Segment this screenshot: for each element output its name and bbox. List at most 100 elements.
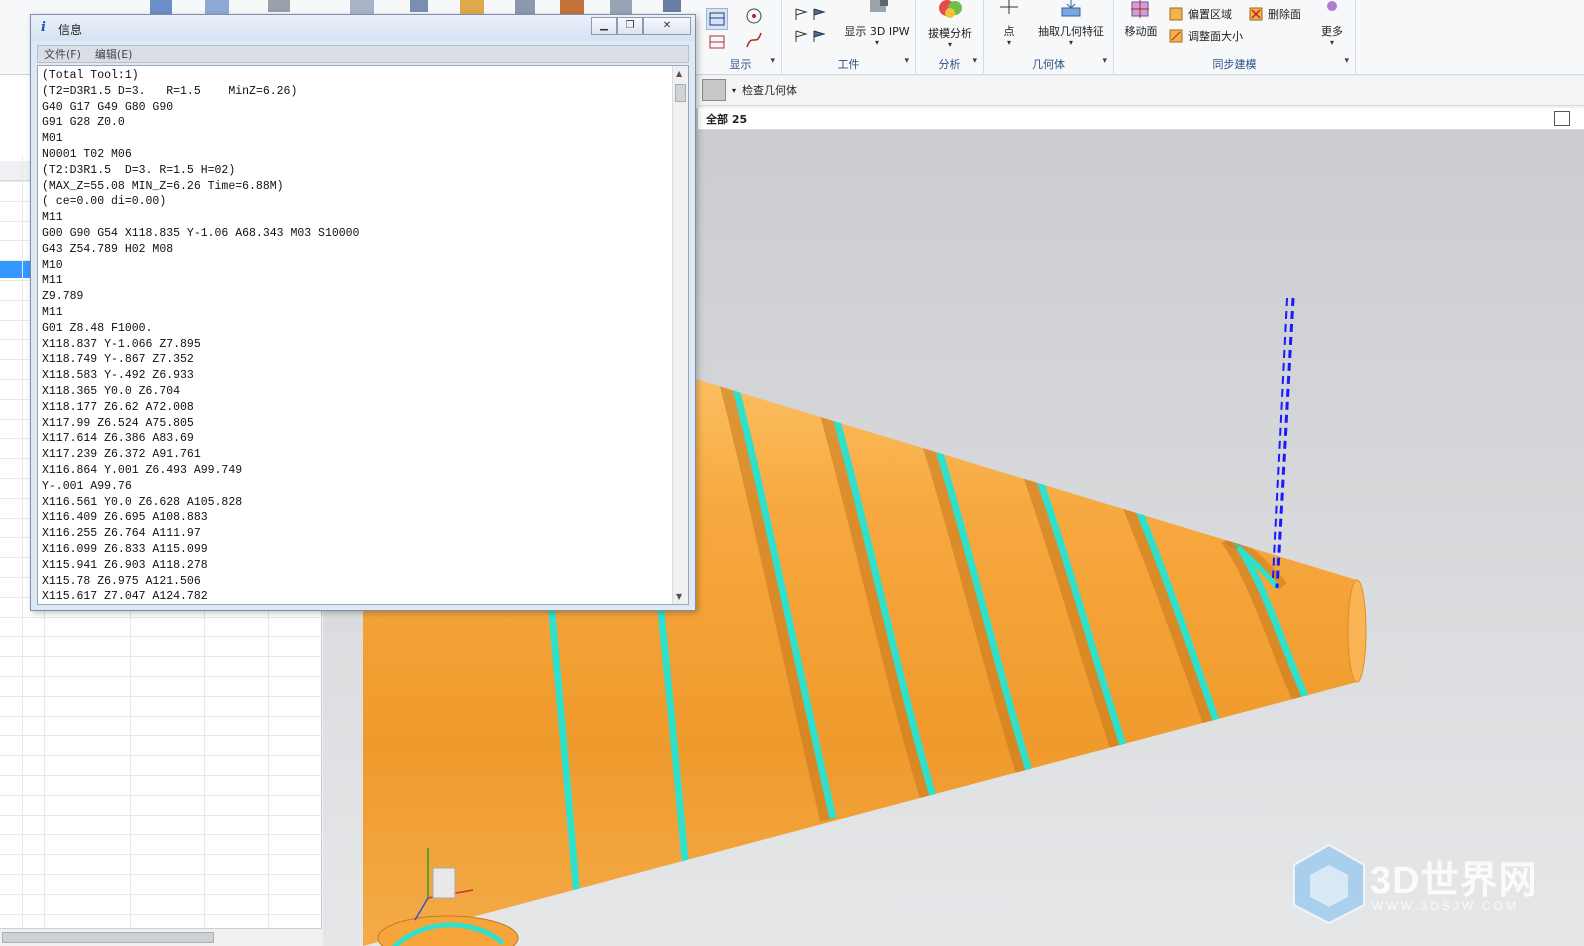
scroll-thumb[interactable] bbox=[2, 932, 214, 943]
color-swatch[interactable] bbox=[702, 79, 726, 101]
group-caption-sync-modeling: 同步建模 ▾ bbox=[1212, 56, 1350, 71]
watermark: 3D世界网 WWW.3DSJW.COM bbox=[1290, 843, 1560, 925]
hatch-icon bbox=[709, 12, 725, 26]
scroll-up-icon[interactable]: ▲ bbox=[676, 69, 682, 78]
workpiece-btn-2[interactable] bbox=[794, 28, 828, 44]
delete-face-icon bbox=[1249, 7, 1263, 21]
nc-code-line: Y-.001 A99.76 bbox=[42, 479, 132, 493]
menu-edit[interactable]: 编辑(E) bbox=[95, 46, 133, 62]
check-geometry-label: 检查几何体 bbox=[742, 84, 798, 97]
chevron-down-icon: ▾ bbox=[874, 38, 879, 47]
resize-face-button[interactable]: 调整面大小 bbox=[1168, 28, 1243, 44]
info-window-menubar: 文件(F) 编辑(E) bbox=[37, 45, 689, 63]
group-expand-icon[interactable]: ▾ bbox=[904, 56, 909, 66]
nc-code-line: (MAX_Z=55.08 MIN_Z=6.26 Time=6.88M) bbox=[42, 179, 284, 193]
offset-region-icon bbox=[1169, 7, 1183, 21]
ribbon-group-geometry: 点 ▾ 抽取几何特征 ▾ 几何体 ▾ bbox=[984, 0, 1114, 75]
nc-code-line: X116.864 Y.001 Z6.493 A99.749 bbox=[42, 463, 243, 477]
grid-line bbox=[0, 775, 322, 776]
workpiece-btn-1[interactable] bbox=[794, 6, 828, 22]
chevron-down-icon: ▾ bbox=[1329, 38, 1334, 47]
viewport-header: 全部 25 bbox=[698, 108, 1584, 130]
move-face-label: 移动面 bbox=[1124, 25, 1158, 38]
grid-line bbox=[0, 755, 322, 757]
point-label: 点 bbox=[1003, 25, 1015, 38]
target-icon bbox=[746, 8, 762, 24]
move-face-button[interactable]: 移动面 bbox=[1120, 0, 1162, 39]
display-hatch-button[interactable] bbox=[706, 8, 728, 30]
delete-face-label: 删除面 bbox=[1268, 8, 1301, 21]
group-caption-display: 显示 ▾ bbox=[729, 56, 776, 71]
ribbon-group-display: 显示 ▾ bbox=[700, 0, 782, 75]
extract-geometry-button[interactable]: 抽取几何特征 ▾ bbox=[1034, 0, 1108, 47]
chevron-down-icon[interactable]: ▾ bbox=[732, 86, 736, 95]
group-expand-icon[interactable]: ▾ bbox=[972, 56, 977, 66]
info-window-titlebar[interactable]: i 信息 ▁ ❐ ✕ bbox=[31, 15, 695, 41]
display-section-button[interactable] bbox=[706, 32, 728, 52]
fit-view-icon[interactable] bbox=[1554, 111, 1570, 126]
secondary-toolbar: ▾ 检查几何体 bbox=[698, 76, 1584, 106]
grid-line bbox=[0, 715, 322, 717]
point-button[interactable]: 点 ▾ bbox=[996, 0, 1022, 47]
minimize-button[interactable]: ▁ bbox=[591, 17, 617, 35]
more-icon bbox=[1327, 1, 1337, 11]
grid-line bbox=[0, 676, 322, 677]
info-text-area[interactable]: (Total Tool:1) (T2=D3R1.5 D=3. R=1.5 MinZ… bbox=[37, 65, 689, 605]
scroll-down-icon[interactable]: ▼ bbox=[676, 592, 682, 601]
extract-geometry-icon bbox=[1061, 0, 1081, 17]
nc-code-line: G91 G28 Z0.0 bbox=[42, 116, 125, 130]
info-window-title: 信息 bbox=[58, 23, 83, 37]
watermark-text: 3D世界网 bbox=[1370, 860, 1538, 902]
close-button[interactable]: ✕ bbox=[643, 17, 691, 35]
nc-code-line: X118.177 Z6.62 A72.008 bbox=[42, 400, 194, 414]
menu-file[interactable]: 文件(F) bbox=[44, 46, 81, 62]
group-expand-icon[interactable]: ▾ bbox=[1344, 56, 1349, 66]
nc-code-line: X115.78 Z6.975 A121.506 bbox=[42, 574, 201, 588]
nc-code-line: ( ce=0.00 di=0.00) bbox=[42, 195, 167, 209]
grid-line bbox=[0, 854, 322, 856]
watermark-url: WWW.3DSJW.COM bbox=[1372, 899, 1519, 913]
info-window[interactable]: i 信息 ▁ ❐ ✕ 文件(F) 编辑(E) (Total Tool:1) (T2… bbox=[30, 14, 696, 611]
offset-region-label: 偏置区域 bbox=[1188, 8, 1232, 21]
check-geometry-button[interactable]: ▾ 检查几何体 bbox=[702, 79, 797, 101]
draft-analysis-button[interactable]: 拔模分析 ▾ bbox=[920, 0, 980, 49]
nc-code-line: X117.99 Z6.524 A75.805 bbox=[42, 416, 194, 430]
info-scrollbar[interactable]: ▲ ▼ bbox=[672, 66, 688, 604]
more-label: 更多 bbox=[1321, 25, 1343, 38]
curve-icon bbox=[746, 32, 762, 48]
nc-code-line: N0001 T02 M06 bbox=[42, 147, 132, 161]
point-icon bbox=[1000, 0, 1018, 14]
extract-geometry-label: 抽取几何特征 bbox=[1038, 25, 1104, 38]
group-expand-icon[interactable]: ▾ bbox=[1102, 56, 1107, 66]
info-icon: i bbox=[41, 20, 46, 35]
resize-face-label: 调整面大小 bbox=[1188, 30, 1243, 43]
nc-code-line: (Total Tool:1) bbox=[42, 69, 139, 82]
scroll-thumb[interactable] bbox=[675, 84, 686, 102]
nc-code-line: (T2:D3R1.5 D=3. R=1.5 H=02) bbox=[42, 163, 236, 177]
group-caption-geometry: 几何体 ▾ bbox=[1032, 56, 1107, 71]
resize-face-icon bbox=[1169, 29, 1183, 43]
nc-code-line: M11 bbox=[42, 305, 63, 319]
nc-code-line: G40 G17 G49 G80 G90 bbox=[42, 100, 174, 114]
grid-line bbox=[0, 735, 322, 737]
maximize-button[interactable]: ❐ bbox=[617, 17, 643, 35]
draft-analysis-label: 拔模分析 bbox=[928, 27, 972, 40]
nc-code-line: X118.749 Y-.867 Z7.352 bbox=[42, 353, 194, 367]
grid-line bbox=[0, 616, 322, 618]
show-3d-ipw-button[interactable]: 显示 3D IPW ▾ bbox=[842, 0, 912, 47]
ipw-icon bbox=[870, 0, 888, 12]
offset-region-button[interactable]: 偏置区域 bbox=[1168, 6, 1232, 22]
nc-code-line: X118.837 Y-1.066 Z7.895 bbox=[42, 337, 201, 351]
ribbon-group-workpiece: 显示 3D IPW ▾ 工件 ▾ bbox=[782, 0, 916, 75]
nc-code-line: G43 Z54.789 H02 M08 bbox=[42, 242, 174, 256]
grid-line bbox=[0, 874, 322, 875]
group-expand-icon[interactable]: ▾ bbox=[770, 56, 775, 66]
delete-face-button[interactable]: 删除面 bbox=[1248, 6, 1301, 22]
grid-line bbox=[0, 834, 322, 836]
grid-line bbox=[0, 695, 322, 697]
display-circle-button[interactable] bbox=[744, 6, 764, 29]
group-caption-analysis: 分析 ▾ bbox=[938, 56, 978, 71]
navigator-bottom-scrollbar[interactable] bbox=[0, 928, 322, 946]
more-button[interactable]: 更多 ▾ bbox=[1316, 0, 1348, 47]
display-curve-button[interactable] bbox=[744, 30, 764, 53]
